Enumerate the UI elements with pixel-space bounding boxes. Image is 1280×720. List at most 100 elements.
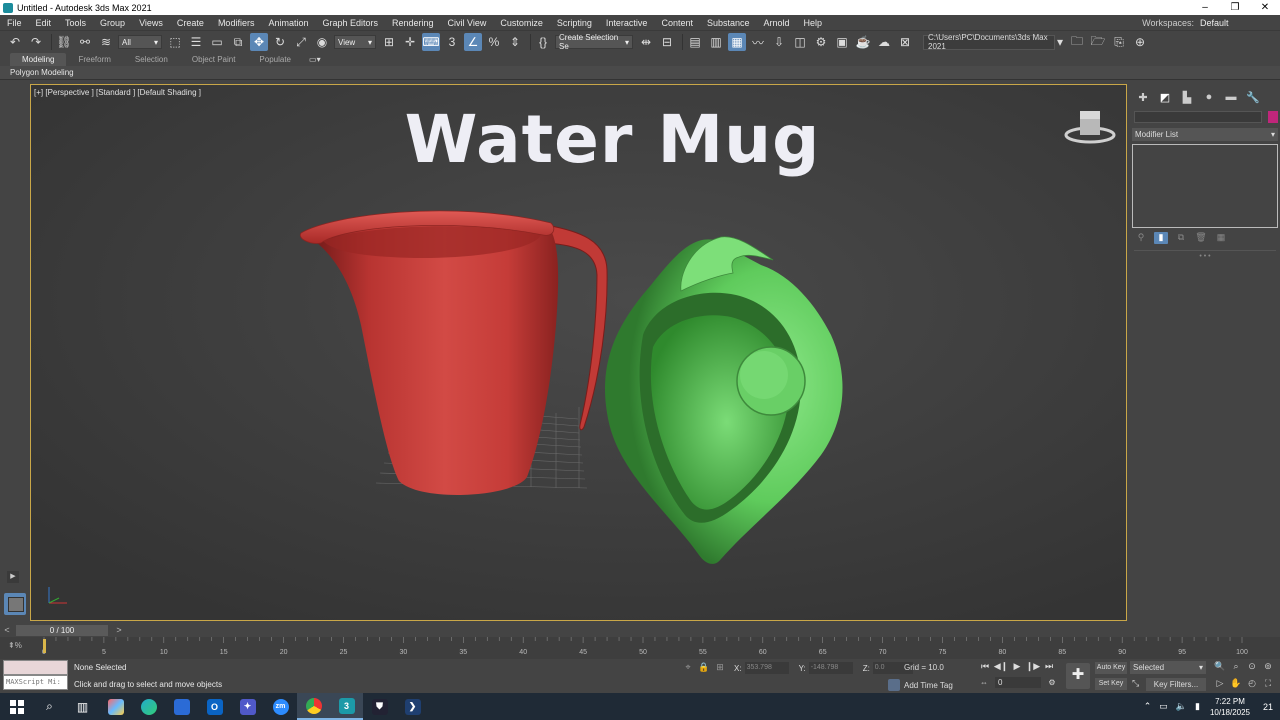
powershell-icon[interactable]: ❯ [396,693,429,720]
menu-views[interactable]: Views [132,18,170,28]
menu-create[interactable]: Create [170,18,211,28]
menu-arnold[interactable]: Arnold [757,18,797,28]
polygon-modeling-panel[interactable]: Polygon Modeling [0,66,1280,80]
open-mini-curve-editor-icon[interactable]: ⇞% [8,641,26,655]
viewport-label-menu[interactable]: [+] [Perspective ] [Standard ] [Default … [34,88,201,97]
tab-freeform[interactable]: Freeform [66,53,122,66]
go-to-start-icon[interactable]: ⏮ [977,661,993,672]
select-and-place-icon[interactable]: ◉ [313,33,331,51]
battery-icon[interactable]: ▮ [1195,701,1200,712]
tab-object-paint[interactable]: Object Paint [180,53,248,66]
schematic-view-icon[interactable]: ⇩ [770,33,788,51]
chrome-icon[interactable] [297,693,330,720]
auto-key-button[interactable]: Auto Key [1095,662,1127,674]
select-by-name-icon[interactable]: ☰ [187,33,205,51]
manipulate-icon[interactable]: ✛ [401,33,419,51]
menu-scripting[interactable]: Scripting [550,18,599,28]
tab-selection[interactable]: Selection [123,53,180,66]
tab-modeling[interactable]: Modeling [10,53,67,66]
notifications-icon[interactable]: 21 [1256,697,1280,717]
menu-help[interactable]: Help [797,18,830,28]
named-selection-dropdown[interactable]: Create Selection Se ▾ [555,33,633,51]
pin-stack-icon[interactable]: ⚲ [1134,232,1148,244]
select-and-scale-icon[interactable]: ⤢ [292,33,310,51]
toggle-ribbon-icon[interactable]: ▦ [728,33,746,51]
store-icon[interactable] [165,693,198,720]
close-button[interactable]: ✕ [1250,2,1280,13]
render-setup-icon[interactable]: ⚙ [812,33,830,51]
maxscript-input[interactable]: MAXScript Mi: [3,675,68,690]
isolate-selection-icon[interactable]: ⌖ [682,662,694,674]
taskbar-clock[interactable]: 7:22 PM 10/18/2025 [1210,696,1250,718]
modifier-stack[interactable] [1132,144,1278,228]
current-frame-field[interactable]: 0 [995,677,1041,688]
add-time-tag[interactable]: Add Time Tag [888,679,953,691]
3ds-max-icon[interactable]: 3 [330,693,363,720]
edge-icon[interactable] [132,693,165,720]
minimize-button[interactable]: – [1190,2,1220,13]
time-slider[interactable]: 0 / 100 [16,624,108,636]
hierarchy-tab-icon[interactable]: ▙ [1178,89,1196,105]
percent-snap-icon[interactable]: % [485,33,503,51]
key-filters-button[interactable]: Key Filters... [1146,678,1206,691]
menu-substance[interactable]: Substance [700,18,757,28]
perspective-viewport[interactable]: [+] [Perspective ] [Standard ] [Default … [30,84,1127,621]
previous-frame-icon[interactable]: ◀❙ [993,661,1009,672]
open-project-icon[interactable]: 🗁 [1089,33,1107,51]
undo-icon[interactable]: ↶ [6,33,24,51]
zoom-extents-all-icon[interactable]: ⊚ [1260,661,1276,674]
unlink-icon[interactable]: ⚯ [76,33,94,51]
maximize-button[interactable]: ❐ [1220,2,1250,13]
zoom-extents-icon[interactable]: ⊙ [1244,661,1260,674]
rectangular-selection-icon[interactable]: ▭ [208,33,226,51]
reference-coordinate-dropdown[interactable]: View ▾ [334,35,376,49]
show-end-result-icon[interactable]: ▮ [1154,232,1168,244]
maximize-viewport-icon[interactable]: ⛶ [1260,678,1276,691]
field-of-view-icon[interactable]: ▷ [1212,678,1228,691]
remove-modifier-icon[interactable]: 🗑 [1194,232,1208,244]
menu-group[interactable]: Group [93,18,132,28]
object-color-swatch[interactable] [1268,111,1278,123]
orbit-icon[interactable]: ◴ [1244,678,1260,691]
outlook-icon[interactable]: O [198,693,231,720]
default-in-out-tangents-icon[interactable]: ⤡ [1132,678,1144,690]
pan-view-icon[interactable]: ✋ [1228,678,1244,691]
time-slider-prev-icon[interactable]: < [0,625,14,635]
y-field[interactable]: -148.798 [808,662,853,674]
x-field[interactable]: 353.798 [744,662,789,674]
maxscript-output[interactable] [3,660,68,675]
modify-tab-icon[interactable]: ◩ [1156,89,1174,105]
next-frame-icon[interactable]: ❙▶ [1025,661,1041,672]
zoom-all-icon[interactable]: ⌕ [1228,661,1244,674]
curve-editor-icon[interactable]: 〰 [749,33,767,51]
windows-start-icon[interactable] [0,693,33,720]
track-bar[interactable]: ⇞% 0510152025303540455055606570758085909… [0,637,1280,659]
search-icon[interactable]: ⌕ [33,693,66,720]
toggle-layer-explorer-icon[interactable]: ▥ [707,33,725,51]
workspaces-dropdown[interactable]: Default [1200,18,1270,28]
time-slider-next-icon[interactable]: > [112,625,126,635]
current-frame-marker[interactable] [43,639,46,653]
display-tab-icon[interactable]: ▬ [1222,89,1240,105]
project-folder-path[interactable]: C:\Users\PC\Documents\3ds Max 2021 [923,33,1055,51]
render-in-cloud-icon[interactable]: ☁ [875,33,893,51]
spinner-snap-icon[interactable]: ⇕ [506,33,524,51]
play-icon[interactable]: ▶ [1009,661,1025,672]
pivot-center-icon[interactable]: ⊞ [380,33,398,51]
tab-populate[interactable]: Populate [247,53,303,66]
set-project-folder-icon[interactable]: ⎘ [1110,33,1128,51]
menu-edit[interactable]: Edit [29,18,59,28]
edit-named-selection-icon[interactable]: {} [534,33,552,51]
viewport-layout-icon[interactable] [4,593,26,615]
menu-civil-view[interactable]: Civil View [441,18,494,28]
selection-lock-icon[interactable]: 🔒 [698,662,710,674]
menu-tools[interactable]: Tools [58,18,93,28]
bind-space-warp-icon[interactable]: ≋ [97,33,115,51]
menu-customize[interactable]: Customize [493,18,550,28]
make-unique-icon[interactable]: ⧉ [1174,232,1188,244]
rendered-frame-window-icon[interactable]: ▣ [833,33,851,51]
teams-icon[interactable]: ✦ [231,693,264,720]
mirror-icon[interactable]: ⇹ [637,33,655,51]
render-production-icon[interactable]: ☕ [854,33,872,51]
ribbon-options-icon[interactable]: ▭▾ [309,55,321,64]
